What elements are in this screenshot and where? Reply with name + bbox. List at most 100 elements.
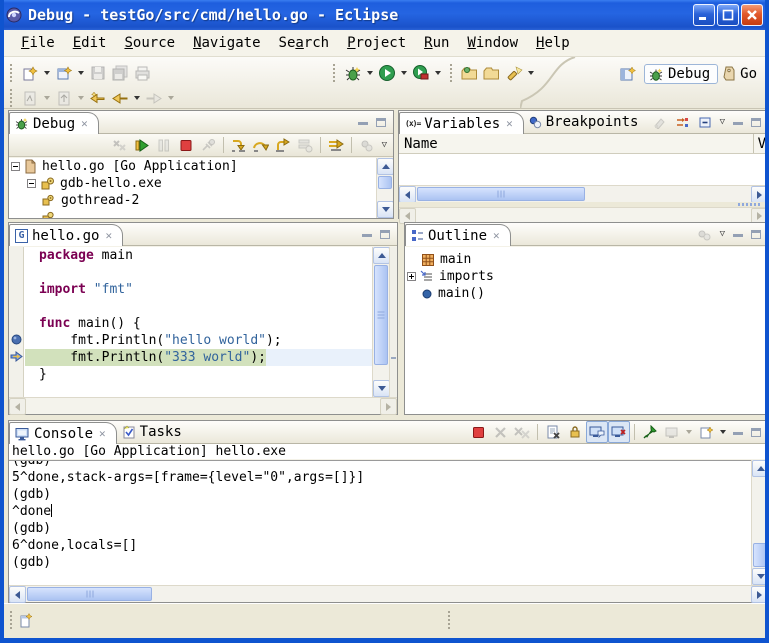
external-tools-dropdown[interactable] (435, 71, 441, 75)
collapse-expander-icon[interactable] (27, 179, 36, 188)
step-into-icon[interactable] (228, 134, 250, 156)
fast-view-icon[interactable] (18, 612, 34, 633)
tab-variables[interactable]: (x)= Variables ✕ (399, 112, 524, 134)
collapse-all-icon[interactable] (694, 111, 716, 133)
scroll-up-icon[interactable] (377, 158, 393, 175)
step-over-icon[interactable] (250, 134, 272, 156)
minimize-view-icon[interactable] (362, 234, 372, 237)
drop-to-frame-icon[interactable] (294, 134, 316, 156)
expand-expander-icon[interactable] (407, 272, 416, 281)
menu-run[interactable]: Run (415, 33, 458, 53)
menu-file[interactable]: File (12, 33, 64, 53)
close-icon[interactable]: ✕ (81, 117, 88, 130)
toggle-mark-dropdown[interactable] (44, 96, 50, 100)
menu-search[interactable]: Search (270, 33, 339, 53)
remove-all-launches-icon[interactable] (511, 421, 533, 443)
variables-hscrollbar[interactable] (399, 185, 768, 202)
tree-row[interactable]: gdb-hello.exe (9, 175, 393, 192)
toolbar-grip[interactable] (10, 89, 14, 107)
menu-navigate[interactable]: Navigate (184, 33, 269, 53)
console-output[interactable]: (gdb) 5^done,stack-args=[frame={level="0… (9, 460, 751, 585)
print-button[interactable] (131, 62, 153, 84)
terminate-icon[interactable] (467, 421, 489, 443)
display-console-dropdown[interactable] (686, 430, 692, 434)
link-with-editor-icon[interactable] (694, 223, 716, 245)
scroll-down-icon[interactable] (752, 568, 769, 585)
perspective-debug-button[interactable]: Debug (644, 64, 718, 84)
save-all-button[interactable] (109, 62, 131, 84)
remove-launch-icon[interactable] (489, 421, 511, 443)
maximize-view-icon[interactable] (751, 230, 761, 239)
search-button[interactable] (503, 62, 525, 84)
scroll-lock-icon[interactable] (564, 421, 586, 443)
outline-item[interactable]: main (405, 251, 768, 268)
view-management-icon[interactable] (356, 134, 378, 156)
scroll-up-icon[interactable] (373, 247, 390, 264)
open-console-dropdown[interactable] (720, 430, 726, 434)
close-icon[interactable]: ✕ (493, 229, 500, 242)
last-edit-location-button[interactable] (87, 87, 109, 109)
view-menu-icon[interactable]: ▽ (720, 229, 725, 239)
tab-console[interactable]: Console ✕ (9, 422, 117, 444)
menu-help[interactable]: Help (527, 33, 579, 53)
view-menu-icon[interactable]: ▽ (720, 117, 725, 127)
next-annotation-dropdown[interactable] (78, 96, 84, 100)
scrollbar-thumb[interactable] (378, 176, 392, 189)
menu-edit[interactable]: Edit (64, 33, 116, 53)
tree-row-clipped[interactable] (9, 209, 393, 218)
minimize-view-icon[interactable] (733, 234, 743, 237)
step-return-icon[interactable] (272, 134, 294, 156)
back-button[interactable] (109, 87, 131, 109)
console-vscrollbar[interactable] (751, 460, 768, 585)
new-project-dropdown[interactable] (78, 71, 84, 75)
scrollbar-thumb[interactable] (27, 587, 152, 601)
menu-project[interactable]: Project (338, 33, 415, 53)
scroll-right-icon[interactable] (751, 586, 768, 603)
scroll-right-icon[interactable] (751, 186, 768, 203)
view-menu-icon[interactable]: ▽ (382, 140, 387, 150)
pin-console-icon[interactable] (639, 421, 661, 443)
tab-breakpoints[interactable]: Breakpoints (524, 111, 653, 133)
disconnect-icon[interactable] (197, 134, 219, 156)
overview-ruler[interactable] (389, 247, 397, 397)
close-icon[interactable]: ✕ (105, 229, 112, 242)
show-on-stdout-icon[interactable] (586, 421, 608, 443)
scroll-left-icon[interactable] (399, 186, 416, 203)
editor-marker-ruler[interactable] (9, 247, 24, 397)
maximize-button[interactable] (717, 4, 739, 26)
minimize-view-icon[interactable] (733, 432, 743, 435)
tree-row[interactable]: gothread-2 (9, 192, 393, 209)
toggle-mark-occurrences-button[interactable] (19, 87, 41, 109)
scrollbar-thumb[interactable] (374, 265, 388, 365)
menu-source[interactable]: Source (115, 33, 184, 53)
scroll-down-icon[interactable] (373, 380, 390, 397)
outline-tree[interactable]: main imports main() (405, 247, 768, 414)
variables-table-body[interactable] (399, 154, 768, 185)
tab-hello-go[interactable]: G hello.go ✕ (9, 224, 123, 246)
terminate-icon[interactable] (175, 134, 197, 156)
new-project-button[interactable] (53, 62, 75, 84)
collapse-expander-icon[interactable] (11, 162, 20, 171)
maximize-view-icon[interactable] (751, 428, 761, 437)
tab-debug[interactable]: Debug ✕ (9, 112, 99, 134)
remove-terminated-icon[interactable] (109, 134, 131, 156)
debug-tree-vscrollbar[interactable] (376, 158, 393, 218)
code-editor[interactable]: package main import "fmt" func main() { … (25, 247, 372, 397)
search-dropdown[interactable] (528, 71, 534, 75)
menu-window[interactable]: Window (458, 33, 527, 53)
show-on-stderr-icon[interactable] (608, 421, 630, 443)
editor-vscrollbar[interactable] (372, 247, 389, 397)
close-icon[interactable]: ✕ (506, 117, 513, 130)
new-wizard-button[interactable] (19, 62, 41, 84)
forward-button[interactable] (143, 87, 165, 109)
resume-icon[interactable] (131, 134, 153, 156)
editor-hscrollbar[interactable] (9, 397, 397, 414)
forward-dropdown[interactable] (168, 96, 174, 100)
tree-row[interactable]: hello.go [Go Application] (9, 158, 393, 175)
column-value[interactable]: V (753, 134, 766, 153)
scroll-up-icon[interactable] (752, 460, 769, 477)
close-button[interactable] (741, 4, 763, 26)
tab-tasks[interactable]: Tasks (117, 421, 196, 443)
run-button[interactable] (376, 62, 398, 84)
open-perspective-button[interactable] (618, 63, 640, 85)
